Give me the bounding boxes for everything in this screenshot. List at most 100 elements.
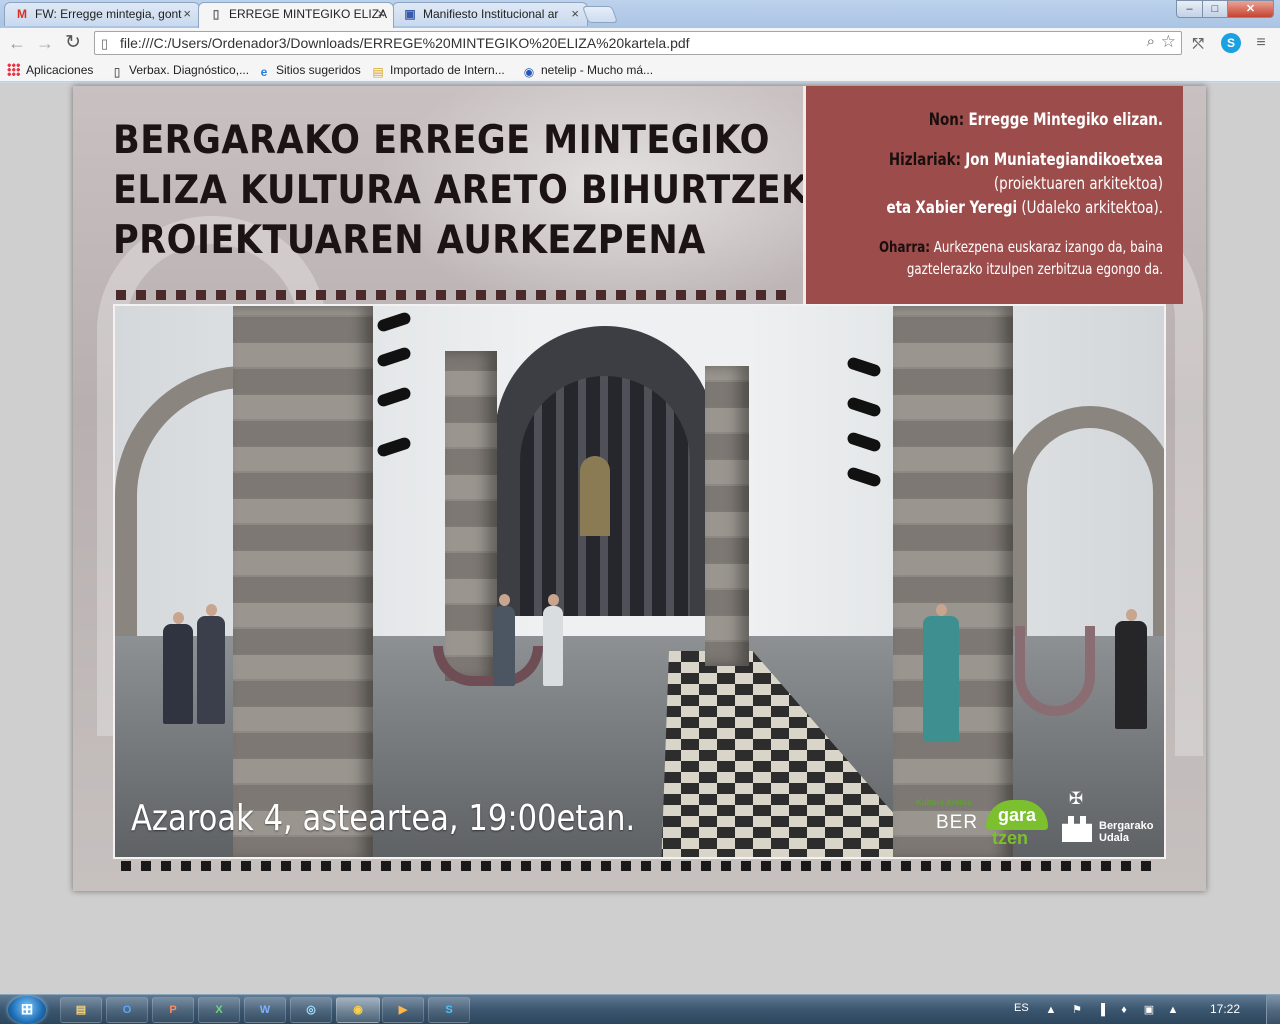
tab-pdf-active[interactable]: ▯ ERREGE MINTEGIKO ELIZA × [198,2,394,28]
skype-icon[interactable]: S [428,997,470,1023]
network-icon[interactable]: ▐ [1094,1003,1108,1017]
render-person [923,604,959,742]
taskbar: ⊞ ▤ O P X W ◎ ◉ ▶ S ES ▲ ⚑ ▐ ♦ ▣ ▲ 17:22 [0,994,1280,1024]
excel-icon[interactable]: X [198,997,240,1023]
speaker-role: (proiektuaren arkitektoa) [993,174,1163,194]
title-bar: M FW: Erregge mintegia, gont × ▣ Manifie… [0,0,1280,28]
action-center-icon[interactable]: ⚑ [1070,1003,1084,1017]
logo-text: gara [986,800,1048,830]
udala-line: Udala [1099,832,1129,844]
logo-tagline: Kultura Aretoa [916,798,972,807]
folder-icon: ▤ [372,65,384,79]
device-icon[interactable]: ▣ [1142,1003,1156,1017]
render-person [163,612,193,724]
explorer-icon[interactable]: ▤ [60,997,102,1023]
show-hidden-icons[interactable]: ▲ [1044,1003,1058,1017]
tab-manifiesto[interactable]: ▣ Manifiesto Institucional ar × [392,2,588,26]
location-pin-icon: ◉ [523,65,535,79]
render-niche [580,456,610,536]
tab-gmail[interactable]: M FW: Erregge mintegia, gont × [4,2,200,26]
bookmark-apps[interactable]: Aplicaciones [7,62,93,78]
start-button[interactable]: ⊞ [8,996,46,1024]
close-window-button[interactable]: ✕ [1227,0,1274,18]
browser-toolbar: ← → ↻ ▯ file:///C:/Users/Ordenador3/Down… [0,28,1280,58]
new-tab-button[interactable] [581,6,619,23]
bookmark-importado[interactable]: ▤ Importado de Intern... [371,62,505,79]
speaker-name: Xabier Yeregi [915,198,1018,218]
star-icon[interactable]: ☆ [1161,32,1176,52]
pdf-viewer[interactable]: BERGARAKO ERREGE MINTEGIKO ELIZA KULTURA… [0,83,1280,994]
address-bar[interactable]: ▯ file:///C:/Users/Ordenador3/Downloads/… [94,31,1182,55]
bookmark-label: Aplicaciones [26,63,94,77]
word-icon[interactable]: W [244,997,286,1023]
event-date: Azaroak 4, asteartea, 19:00etan. [131,798,636,839]
reload-button[interactable]: ↻ [62,32,84,54]
bookmarks-bar: Aplicaciones ▯ Verbax. Diagnóstico,... eS… [0,58,1280,82]
ie-icon: e [260,65,268,79]
drive-icon[interactable]: ▲ [1166,1003,1180,1017]
show-desktop-button[interactable] [1266,995,1280,1024]
note-row: Oharra: Aurkezpena euskaraz izango da, b… [858,236,1163,258]
menu-icon[interactable]: ≡ [1251,33,1271,53]
bookmark-label: Sitios sugeridos [276,63,361,77]
url-text[interactable]: file:///C:/Users/Ordenador3/Downloads/ER… [120,35,690,51]
note-text: gaztelerazko itzulpen zerbitzua egongo d… [906,260,1163,278]
speaker-prefix: eta [886,198,912,218]
page-icon: ▣ [404,7,416,21]
architectural-render [113,304,1166,859]
logo-text: tzen [992,828,1028,848]
render-sculpture [1015,626,1095,716]
close-icon[interactable]: × [571,3,579,25]
tab-label: FW: Erregge mintegia, gont [35,7,182,21]
page-icon: ▯ [101,36,109,51]
language-indicator[interactable]: ES [1014,1002,1029,1014]
bookmark-label: Importado de Intern... [390,63,505,77]
outlook-icon[interactable]: O [106,997,148,1023]
media-player-icon[interactable]: ▶ [382,997,424,1023]
powerpoint-icon[interactable]: P [152,997,194,1023]
note-text: Aurkezpena euskaraz izango da, baina [933,238,1163,256]
location-value: Erregge Mintegiko elizan. [968,110,1163,130]
skype-extension-icon[interactable]: S [1221,33,1241,53]
speaker-2-row: eta Xabier Yeregi (Udaleko arkitektoa). [858,196,1163,220]
close-icon[interactable]: × [183,3,191,25]
zoom-icon[interactable]: ⌕ [1147,33,1155,50]
render-column [893,306,1013,857]
bergarako-udala-logo: ✠ Bergarako Udala [1059,786,1169,850]
page-icon: ▯ [113,65,121,79]
speaker-role: (Udaleko arkitektoa). [1021,198,1163,218]
extension-icon[interactable]: ⤲ [1188,33,1208,53]
render-column [445,351,497,681]
title-line: ELIZA KULTURA ARETO BIHURTZEKO [113,168,838,213]
render-person [197,604,225,724]
bookmark-verbax[interactable]: ▯ Verbax. Diagnóstico,... [110,62,249,79]
speaker-name: Jon Muniategiandikoetxea [965,150,1163,170]
close-icon[interactable]: × [377,3,385,25]
crest-icon: ✠ [1059,790,1093,846]
globe-icon[interactable]: ◎ [290,997,332,1023]
minimize-button[interactable]: – [1176,0,1203,18]
crest-top: ✠ [1068,789,1084,808]
udala-name: Bergarako Udala [1099,820,1153,844]
clock[interactable]: 17:22 [1210,1002,1240,1016]
document-icon: ▯ [212,7,220,21]
location-label: Non: [928,110,965,130]
title-line: BERGARAKO ERREGE MINTEGIKO [113,118,770,163]
chrome-icon[interactable]: ◉ [336,997,380,1023]
bookmark-label: netelip - Mucho má... [541,63,654,77]
title-line: PROIEKTUAREN AURKEZPENA [113,218,706,263]
back-button[interactable]: ← [6,32,28,54]
pdf-page: BERGARAKO ERREGE MINTEGIKO ELIZA KULTURA… [73,86,1206,891]
tab-label: ERREGE MINTEGIKO ELIZA [229,7,388,21]
render-column [705,366,749,666]
render-person [543,594,563,686]
gmail-icon: M [17,7,27,21]
bookmark-netelip[interactable]: ◉ netelip - Mucho má... [522,62,654,79]
dropbox-icon[interactable]: ♦ [1117,1003,1131,1017]
forward-button[interactable]: → [34,32,56,54]
location-row: Non: Erregge Mintegiko elizan. [858,108,1163,132]
render-person [493,594,515,686]
poster-title: BERGARAKO ERREGE MINTEGIKO ELIZA KULTURA… [113,116,838,266]
maximize-button[interactable]: □ [1202,0,1228,18]
bookmark-sitios[interactable]: e Sitios sugeridos [257,62,361,79]
